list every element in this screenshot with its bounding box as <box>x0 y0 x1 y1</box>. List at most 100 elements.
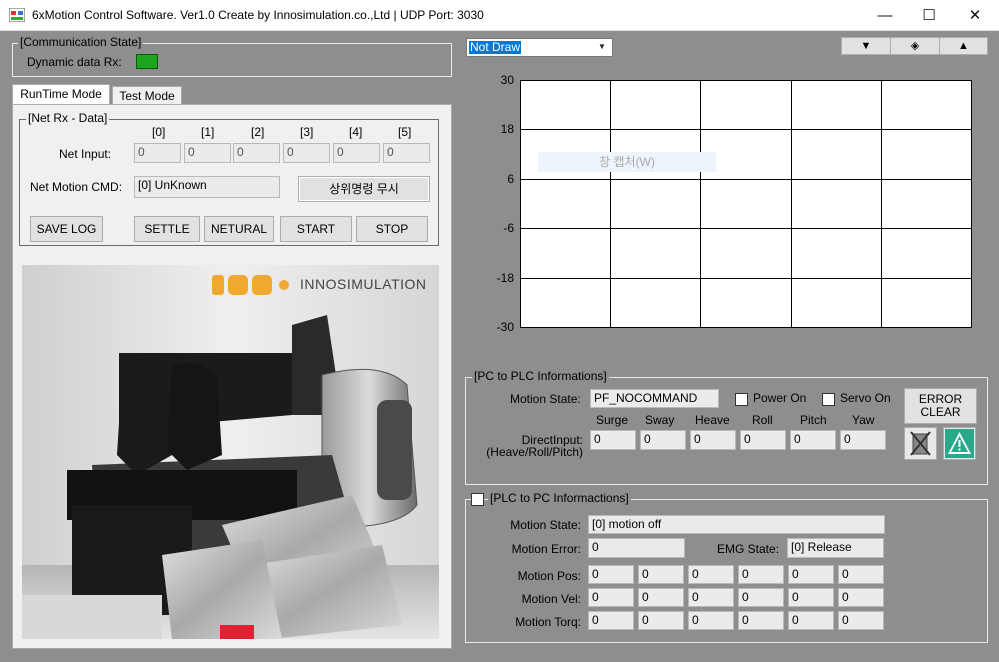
graph-svg <box>520 80 972 328</box>
motion-torq-3[interactable]: 0 <box>738 611 784 630</box>
net-input-4[interactable]: 0 <box>333 143 380 163</box>
y-tick-label: -6 <box>503 221 514 236</box>
graph-dropdown[interactable]: Not Draw ▼ <box>466 38 613 57</box>
save-log-button[interactable]: SAVE LOG <box>30 216 103 242</box>
tab-test-mode[interactable]: Test Mode <box>112 86 182 105</box>
motion-torq-0[interactable]: 0 <box>588 611 634 630</box>
direct-input-pitch[interactable]: 0 <box>790 430 836 450</box>
motion-vel-4[interactable]: 0 <box>788 588 834 607</box>
plc-to-pc-title: [PLC to PC Informactions] <box>488 491 631 505</box>
motion-pos-label: Motion Pos: <box>517 569 581 583</box>
maximize-button[interactable]: ☐ <box>906 0 952 31</box>
power-on-label: Power On <box>753 391 807 405</box>
motion-torq-5[interactable]: 0 <box>838 611 884 630</box>
tab-runtime-mode[interactable]: RunTime Mode <box>12 84 110 105</box>
motion-vel-5[interactable]: 0 <box>838 588 884 607</box>
rx-indicator <box>136 54 158 69</box>
motion-pos-0[interactable]: 0 <box>588 565 634 584</box>
graph-dropdown-value: Not Draw <box>469 40 522 54</box>
close-button[interactable]: ✕ <box>952 0 998 31</box>
direct-input-yaw[interactable]: 0 <box>840 430 886 450</box>
pc-motion-state-label: Motion State: <box>510 518 581 532</box>
direct-input-label-2: (Heave/Roll/Pitch) <box>486 445 583 459</box>
motion-vel-0[interactable]: 0 <box>588 588 634 607</box>
axis-header-roll: Roll <box>752 413 773 427</box>
app-icon <box>9 8 25 22</box>
axis-header-pitch: Pitch <box>800 413 827 427</box>
emg-state-label: EMG State: <box>717 542 780 556</box>
index-header-3: [3] <box>300 125 314 139</box>
direct-input-sway[interactable]: 0 <box>640 430 686 450</box>
servo-on-checkbox[interactable] <box>822 393 835 406</box>
window-title: 6xMotion Control Software. Ver1.0 Create… <box>32 8 484 22</box>
plc-motion-state-field[interactable]: PF_NOCOMMAND <box>590 389 719 408</box>
ignore-upper-command-button[interactable]: 상위명령 무시 <box>298 176 430 202</box>
motion-vel-3[interactable]: 0 <box>738 588 784 607</box>
scale-reset-button[interactable]: ◈ <box>890 37 940 55</box>
error-clear-line-2: CLEAR <box>920 405 961 419</box>
net-rx-title: [Net Rx - Data] <box>26 111 110 125</box>
motion-torq-1[interactable]: 0 <box>638 611 684 630</box>
index-header-0: [0] <box>152 125 166 139</box>
motion-pos-5[interactable]: 0 <box>838 565 884 584</box>
servo-on-label: Servo On <box>840 391 891 405</box>
emg-warning-icon <box>945 429 974 458</box>
error-clear-button[interactable]: ERROR CLEAR <box>904 388 977 424</box>
neutral-button[interactable]: NETURAL <box>204 216 274 242</box>
net-input-3[interactable]: 0 <box>283 143 330 163</box>
direct-input-roll[interactable]: 0 <box>740 430 786 450</box>
motion-pos-2[interactable]: 0 <box>688 565 734 584</box>
simulator-photo: INNOSIMULATION <box>22 265 439 639</box>
axis-header-surge: Surge <box>596 413 629 427</box>
dynamic-rx-label: Dynamic data Rx: <box>27 55 122 69</box>
pc-motion-state-field[interactable]: [0] motion off <box>588 515 885 534</box>
motion-vel-1[interactable]: 0 <box>638 588 684 607</box>
index-header-5: [5] <box>398 125 412 139</box>
motion-pos-3[interactable]: 0 <box>738 565 784 584</box>
index-header-1: [1] <box>201 125 215 139</box>
motion-cmd-label: Net Motion CMD: <box>30 180 123 194</box>
y-tick-label: 6 <box>507 171 514 186</box>
graph-plot-area: 창 캡처(W) <box>520 80 972 328</box>
index-header-4: [4] <box>349 125 363 139</box>
emg-state-field[interactable]: [0] Release <box>787 538 884 558</box>
motion-error-field[interactable]: 0 <box>588 538 685 558</box>
plc-motion-state-label: Motion State: <box>510 392 581 406</box>
chevron-down-icon: ▼ <box>598 42 606 51</box>
direct-input-heave[interactable]: 0 <box>690 430 736 450</box>
plc-to-pc-checkbox[interactable] <box>471 493 484 506</box>
motion-torq-4[interactable]: 0 <box>788 611 834 630</box>
net-input-2[interactable]: 0 <box>233 143 280 163</box>
scale-up-button[interactable]: ▲ <box>939 37 988 55</box>
scale-down-button[interactable]: ▼ <box>841 37 891 55</box>
y-tick-label: -30 <box>496 320 514 334</box>
axis-header-sway: Sway <box>645 413 675 427</box>
motion-vel-2[interactable]: 0 <box>688 588 734 607</box>
axis-header-yaw: Yaw <box>852 413 875 427</box>
minimize-button[interactable]: — <box>862 0 908 31</box>
disconnect-icon <box>910 431 931 456</box>
motion-vel-label: Motion Vel: <box>521 592 581 606</box>
motion-error-label: Motion Error: <box>511 542 581 556</box>
motion-torq-label: Motion Torq: <box>515 615 581 629</box>
power-on-checkbox[interactable] <box>735 393 748 406</box>
simulator-image <box>22 265 439 639</box>
capture-watermark: 창 캡처(W) <box>538 152 716 172</box>
motion-cmd-field[interactable]: [0] UnKnown <box>134 176 280 198</box>
direct-input-surge[interactable]: 0 <box>590 430 636 450</box>
net-input-0[interactable]: 0 <box>134 143 181 163</box>
stop-button[interactable]: STOP <box>356 216 428 242</box>
disconnect-button[interactable] <box>904 427 937 460</box>
settle-button[interactable]: SETTLE <box>134 216 200 242</box>
net-input-5[interactable]: 0 <box>383 143 430 163</box>
motion-torq-2[interactable]: 0 <box>688 611 734 630</box>
net-input-label: Net Input: <box>59 147 112 161</box>
net-input-1[interactable]: 0 <box>184 143 231 163</box>
start-button[interactable]: START <box>280 216 352 242</box>
motion-pos-1[interactable]: 0 <box>638 565 684 584</box>
motion-pos-4[interactable]: 0 <box>788 565 834 584</box>
pc-to-plc-title: [PC to PLC Informations] <box>472 369 609 383</box>
axis-header-heave: Heave <box>695 413 730 427</box>
emergency-stop-button[interactable] <box>943 427 976 460</box>
index-header-2: [2] <box>251 125 265 139</box>
